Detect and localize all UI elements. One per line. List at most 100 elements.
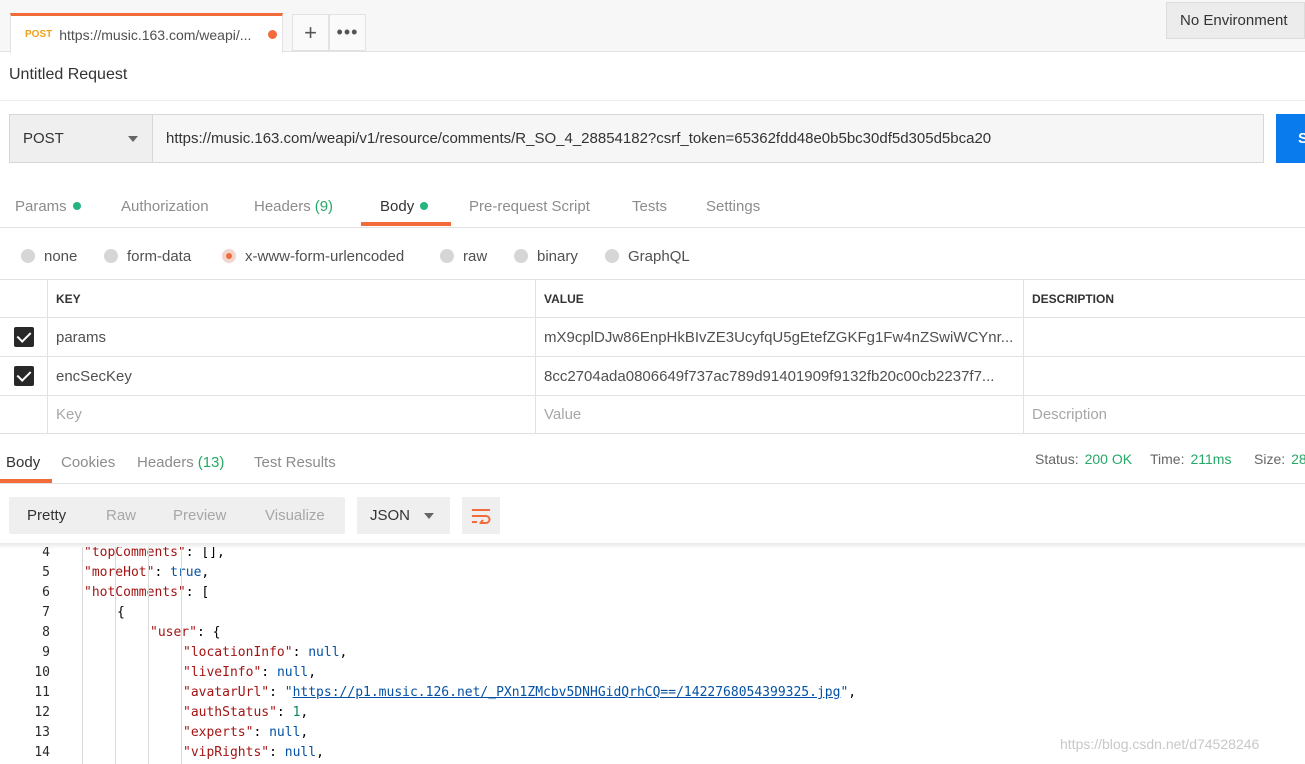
new-description-input[interactable]: Description bbox=[1023, 396, 1305, 433]
tab-pre-request-label: Pre-request Script bbox=[469, 197, 590, 215]
wrap-lines-button[interactable] bbox=[462, 497, 500, 534]
param-key[interactable]: encSecKey bbox=[47, 357, 535, 395]
param-value[interactable]: mX9cplDJw86EnpHkBIvZE3UcyfqU5gEtefZGKFg1… bbox=[535, 318, 1023, 356]
chevron-down-icon bbox=[128, 136, 138, 142]
response-headers-count: (13) bbox=[197, 454, 225, 471]
response-tab-headers[interactable]: Headers (13) bbox=[137, 441, 224, 484]
radio-raw[interactable]: raw bbox=[440, 238, 487, 274]
tab-settings-label: Settings bbox=[706, 197, 761, 215]
code-token: : bbox=[261, 665, 277, 680]
checkbox-checked[interactable] bbox=[13, 327, 34, 347]
table-row: params mX9cplDJw86EnpHkBIvZE3UcyfqU5gEte… bbox=[0, 318, 1305, 357]
plus-icon: + bbox=[304, 19, 317, 45]
code-token: "authStatus" bbox=[183, 705, 277, 720]
tab-pre-request-script[interactable]: Pre-request Script bbox=[469, 184, 590, 228]
code-token: null bbox=[269, 725, 301, 740]
code-line: 10 "liveInfo": null, bbox=[0, 663, 1305, 683]
radio-x-www-form-urlencoded[interactable]: x-www-form-urlencoded bbox=[222, 238, 404, 274]
radio-label: form-data bbox=[127, 247, 192, 265]
body-type-radios: none form-data x-www-form-urlencoded raw… bbox=[0, 238, 1305, 274]
column-header-key: KEY bbox=[47, 280, 535, 317]
response-tab-headers-label: Headers bbox=[137, 454, 194, 471]
param-description[interactable] bbox=[1023, 318, 1305, 356]
method-select[interactable]: POST bbox=[9, 114, 153, 163]
active-response-tab-indicator bbox=[0, 479, 52, 483]
tab-headers[interactable]: Headers (9) bbox=[254, 184, 333, 228]
size-value[interactable]: 28 bbox=[1291, 451, 1305, 467]
radio-form-data[interactable]: form-data bbox=[104, 238, 191, 274]
tab-bar: POST https://music.163.com/weapi/... + •… bbox=[0, 0, 1305, 53]
checkbox-checked[interactable] bbox=[13, 366, 34, 386]
request-title[interactable]: Untitled Request bbox=[9, 66, 127, 84]
line-number: 10 bbox=[34, 665, 50, 680]
status-value[interactable]: 200 OK bbox=[1085, 451, 1132, 467]
new-key-input[interactable]: Key bbox=[47, 396, 535, 433]
tab-authorization-label: Authorization bbox=[121, 197, 209, 215]
line-number: 13 bbox=[34, 725, 50, 740]
code-text: "hotComments": [ bbox=[84, 583, 209, 603]
send-button[interactable]: S bbox=[1276, 114, 1305, 163]
param-description[interactable] bbox=[1023, 357, 1305, 395]
table-row: encSecKey 8cc2704ada0806649f737ac789d914… bbox=[0, 357, 1305, 396]
response-tab-test-results[interactable]: Test Results bbox=[254, 441, 336, 484]
param-value[interactable]: 8cc2704ada0806649f737ac789d91401909f9132… bbox=[535, 357, 1023, 395]
url-input[interactable]: https://music.163.com/weapi/v1/resource/… bbox=[152, 114, 1264, 163]
more-horizontal-icon: ••• bbox=[336, 22, 359, 42]
tab-params[interactable]: Params bbox=[15, 184, 81, 228]
code-token: { bbox=[117, 605, 125, 620]
line-number: 4 bbox=[42, 547, 50, 560]
code-line: 9 "locationInfo": null, bbox=[0, 643, 1305, 663]
divider bbox=[0, 100, 1305, 101]
code-link[interactable]: https://p1.music.126.net/_PXn1ZMcbv5DNHG… bbox=[293, 685, 841, 700]
more-tabs-button[interactable]: ••• bbox=[329, 14, 366, 51]
wrap-lines-icon bbox=[472, 508, 491, 524]
radio-graphql[interactable]: GraphQL bbox=[605, 238, 690, 274]
row-checkbox-cell bbox=[0, 357, 47, 395]
request-tabs: Params Authorization Headers (9) Body Pre… bbox=[0, 184, 1305, 228]
view-mode-preview[interactable]: Preview bbox=[173, 497, 226, 534]
view-mode-raw[interactable]: Raw bbox=[106, 497, 136, 534]
view-mode-visualize[interactable]: Visualize bbox=[265, 497, 325, 534]
size-label: Size: bbox=[1254, 451, 1286, 467]
code-text: { bbox=[117, 603, 125, 623]
radio-label: none bbox=[44, 247, 78, 265]
tab-tests[interactable]: Tests bbox=[632, 184, 667, 228]
size-readout: Size: 28 bbox=[1254, 441, 1305, 477]
code-token: "avatarUrl" bbox=[183, 685, 270, 700]
code-token: "moreHot" bbox=[84, 565, 155, 580]
param-key[interactable]: params bbox=[47, 318, 535, 356]
response-body-code[interactable]: 4 "topComments": [], 5 "moreHot": true, 6 "ho… bbox=[0, 547, 1305, 764]
time-value[interactable]: 211ms bbox=[1190, 451, 1231, 467]
radio-binary[interactable]: binary bbox=[514, 238, 578, 274]
response-tab-body[interactable]: Body bbox=[6, 441, 40, 484]
environment-selector[interactable]: No Environment bbox=[1166, 2, 1305, 39]
tab-title: https://music.163.com/weapi/... bbox=[59, 26, 252, 43]
code-text: "liveInfo": null, bbox=[183, 663, 316, 683]
response-tab-body-label: Body bbox=[6, 454, 41, 471]
response-tab-cookies[interactable]: Cookies bbox=[61, 441, 115, 484]
view-mode-pretty[interactable]: Pretty bbox=[27, 497, 66, 534]
new-value-input[interactable]: Value bbox=[535, 396, 1023, 433]
table-header-row: KEY VALUE DESCRIPTION bbox=[0, 280, 1305, 318]
indent-guide bbox=[82, 547, 83, 764]
code-token: , bbox=[308, 665, 317, 680]
radio-none[interactable]: none bbox=[21, 238, 77, 274]
status-readout: Status: 200 OK bbox=[1035, 441, 1132, 477]
request-tab[interactable]: POST https://music.163.com/weapi/... bbox=[10, 13, 283, 53]
format-value: JSON bbox=[370, 507, 411, 524]
new-tab-button[interactable]: + bbox=[292, 14, 329, 51]
code-text: "moreHot": true, bbox=[84, 563, 209, 583]
line-number: 5 bbox=[42, 565, 50, 580]
code-token: , bbox=[300, 705, 309, 720]
status-dot-icon bbox=[72, 202, 81, 210]
code-token: "vipRights" bbox=[183, 745, 270, 760]
radio-label: raw bbox=[463, 247, 488, 265]
code-token: null bbox=[284, 745, 317, 760]
row-checkbox-cell bbox=[0, 318, 47, 356]
format-select[interactable]: JSON bbox=[357, 497, 450, 534]
code-token: " bbox=[284, 685, 293, 700]
response-tab-test-results-label: Test Results bbox=[254, 454, 336, 471]
code-token: "experts" bbox=[183, 725, 254, 740]
tab-authorization[interactable]: Authorization bbox=[121, 184, 209, 228]
tab-settings[interactable]: Settings bbox=[706, 184, 760, 228]
